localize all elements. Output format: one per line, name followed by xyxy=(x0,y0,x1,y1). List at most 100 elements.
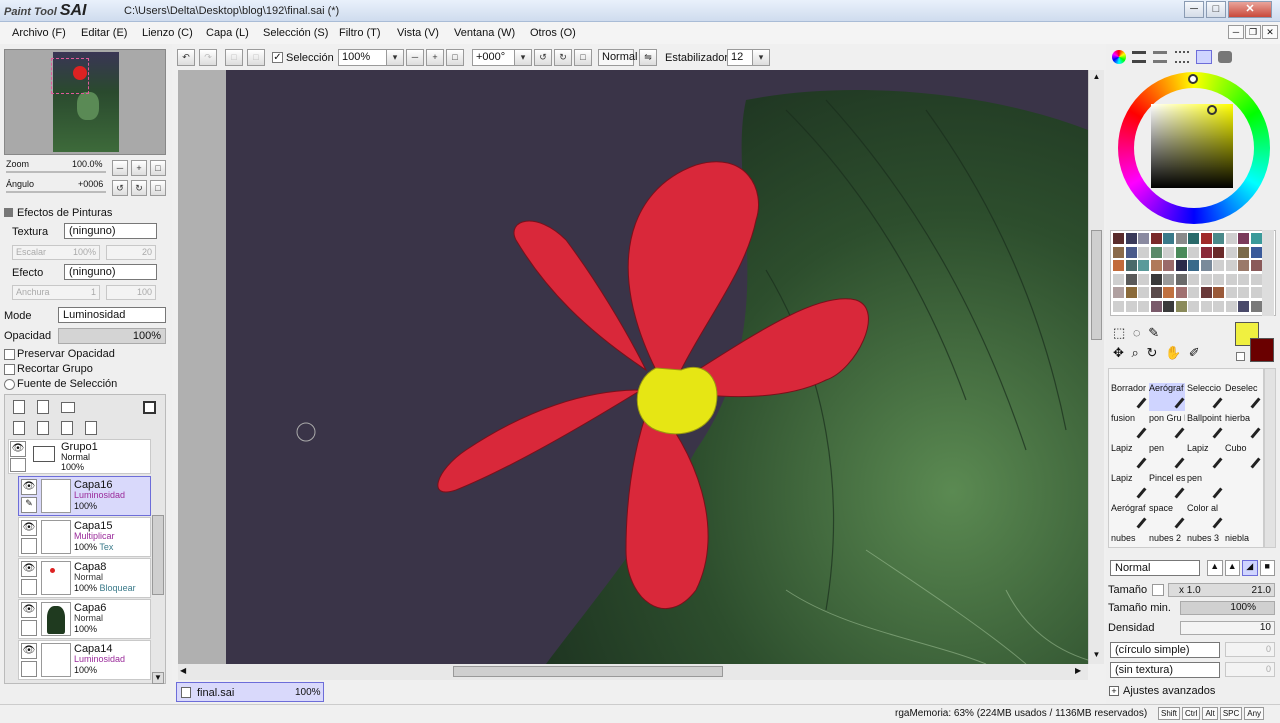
flip-button[interactable]: ⇋ xyxy=(639,49,657,66)
palette-swatch[interactable] xyxy=(1175,287,1187,298)
shape-square-button[interactable]: ■ xyxy=(1259,560,1275,576)
lasso-icon[interactable]: ◌ xyxy=(1133,325,1141,340)
zoom-slider[interactable] xyxy=(6,171,106,173)
drawing-canvas[interactable] xyxy=(226,70,1088,664)
sv-handle[interactable] xyxy=(1207,105,1217,115)
advanced-settings-link[interactable]: Ajustes avanzados xyxy=(1123,685,1215,697)
palette-swatch[interactable] xyxy=(1125,273,1137,285)
minimize-button[interactable]: ─ xyxy=(1184,1,1204,18)
palette-swatch[interactable] xyxy=(1188,300,1199,312)
palette-swatch[interactable] xyxy=(1225,273,1237,285)
brush-tool[interactable]: Aerógraf xyxy=(1149,383,1185,411)
palette-swatch[interactable] xyxy=(1113,233,1124,244)
eye-icon[interactable]: 👁 xyxy=(21,643,37,659)
hand-icon[interactable]: ✋ xyxy=(1165,345,1181,360)
palette-swatch[interactable] xyxy=(1125,246,1137,258)
rect-select-icon[interactable]: ⬚ xyxy=(1113,325,1125,340)
eye-icon[interactable]: 👁 xyxy=(10,441,26,457)
menu-canvas[interactable]: Lienzo (C) xyxy=(142,27,193,39)
palette-swatch[interactable] xyxy=(1113,246,1124,258)
scroll-left-icon[interactable]: ◀ xyxy=(180,666,191,677)
deselect-button[interactable]: □ xyxy=(225,49,243,66)
new-folder-icon[interactable] xyxy=(61,402,75,413)
palette-swatch[interactable] xyxy=(1213,260,1224,271)
eye-icon[interactable]: 👁 xyxy=(21,561,37,577)
menu-other[interactable]: Otros (O) xyxy=(530,27,576,39)
brush-tool[interactable]: Ballpoint Pen xyxy=(1187,413,1223,441)
size-slider[interactable]: x 1.0 21.0 xyxy=(1168,583,1275,597)
palette-swatch[interactable] xyxy=(1138,287,1149,298)
palette-swatch[interactable] xyxy=(1250,260,1262,271)
toolbar-rotate-right[interactable]: ↻ xyxy=(554,49,572,66)
angle-slider[interactable] xyxy=(6,191,106,193)
menu-window[interactable]: Ventana (W) xyxy=(454,27,515,39)
lock-toggle[interactable] xyxy=(21,661,37,677)
brush-tool[interactable]: Cubo xyxy=(1225,443,1261,471)
brush-tool[interactable]: Deselec xyxy=(1225,383,1261,411)
eyedropper-icon[interactable]: ✐ xyxy=(1189,345,1200,360)
palette-swatch[interactable] xyxy=(1250,300,1262,312)
document-tab[interactable]: final.sai 100% xyxy=(176,682,324,702)
palette-swatch[interactable] xyxy=(1238,287,1249,298)
brush-tool[interactable]: Borrador xyxy=(1111,383,1147,411)
palette-swatch[interactable] xyxy=(1188,260,1199,271)
selection-checkbox[interactable]: ✓ xyxy=(272,52,283,63)
palette-swatch[interactable] xyxy=(1213,273,1224,285)
brush-tool[interactable]: pen xyxy=(1149,443,1185,471)
vertical-scrollbar[interactable]: ▲ ▼ xyxy=(1088,70,1104,664)
scroll-right-icon[interactable]: ▶ xyxy=(1075,666,1086,677)
palette-swatch[interactable] xyxy=(1238,300,1249,312)
palette-swatch[interactable] xyxy=(1250,246,1262,258)
shape-soft-button[interactable]: ▲ xyxy=(1207,560,1223,576)
palette-swatch[interactable] xyxy=(1138,273,1149,285)
vertical-scroll-thumb[interactable] xyxy=(1091,230,1102,340)
redo-button[interactable]: ↷ xyxy=(199,49,217,66)
magic-wand-icon[interactable]: ✎ xyxy=(1148,325,1159,340)
min-size-slider[interactable]: 100% xyxy=(1180,601,1275,615)
palette-swatch[interactable] xyxy=(1175,300,1187,312)
palette-swatch[interactable] xyxy=(1213,233,1224,244)
palette-swatch[interactable] xyxy=(1163,260,1174,271)
palette-scrollbar[interactable] xyxy=(1262,230,1274,316)
mask-icon[interactable] xyxy=(143,401,156,414)
palette-swatch[interactable] xyxy=(1150,246,1162,258)
shape-medium-button[interactable]: ▲ xyxy=(1224,560,1240,576)
eye-icon[interactable]: 👁 xyxy=(21,479,37,495)
clear-layer-icon[interactable] xyxy=(61,421,73,435)
layer-scroll-down[interactable]: ▼ xyxy=(152,672,164,684)
color-wheel-tab-icon[interactable] xyxy=(1112,50,1126,64)
horizontal-scrollbar[interactable]: ◀ ▶ xyxy=(178,664,1088,680)
palette-swatch[interactable] xyxy=(1113,287,1124,298)
layer-mode-select[interactable]: Luminosidad xyxy=(58,307,166,323)
rotate-right-button[interactable]: ↻ xyxy=(131,180,147,196)
collapse-icon[interactable] xyxy=(4,208,13,217)
palette-swatch[interactable] xyxy=(1125,260,1137,271)
eye-icon[interactable]: 👁 xyxy=(21,520,37,536)
scroll-up-icon[interactable]: ▲ xyxy=(1091,72,1102,83)
menu-layer[interactable]: Capa (L) xyxy=(206,27,249,39)
palette-swatch[interactable] xyxy=(1188,246,1199,258)
merge-down-icon[interactable] xyxy=(37,421,49,435)
move-icon[interactable]: ✥ xyxy=(1113,345,1124,360)
brush-tool[interactable]: Pincel es xyxy=(1149,473,1185,501)
secondary-color-swatch[interactable] xyxy=(1250,338,1274,362)
density-slider[interactable]: 10 xyxy=(1180,621,1275,635)
palette-swatch[interactable] xyxy=(1200,246,1212,258)
rgb-slider-tab-icon[interactable] xyxy=(1132,51,1146,63)
layer-item[interactable]: 👁 Capa6 Normal 100% xyxy=(18,599,151,639)
brush-tool[interactable]: Seleccio xyxy=(1187,383,1223,411)
hue-handle[interactable] xyxy=(1188,74,1198,84)
palette-swatch[interactable] xyxy=(1150,287,1162,298)
rotate-left-button[interactable]: ↺ xyxy=(112,180,128,196)
scroll-down-icon[interactable]: ▼ xyxy=(1091,650,1102,661)
lock-toggle[interactable] xyxy=(21,579,37,595)
palette-swatch[interactable] xyxy=(1163,273,1174,285)
palette-swatch[interactable] xyxy=(1250,273,1262,285)
preserve-opacity-checkbox[interactable] xyxy=(4,349,15,360)
tool-scrollbar[interactable] xyxy=(1264,368,1276,548)
new-vector-layer-icon[interactable] xyxy=(37,400,49,414)
expand-icon[interactable]: + xyxy=(1109,686,1119,696)
brush-mode-select[interactable]: Normal xyxy=(1110,560,1200,576)
palette-swatch[interactable] xyxy=(1150,300,1162,312)
palette-swatch[interactable] xyxy=(1138,260,1149,271)
